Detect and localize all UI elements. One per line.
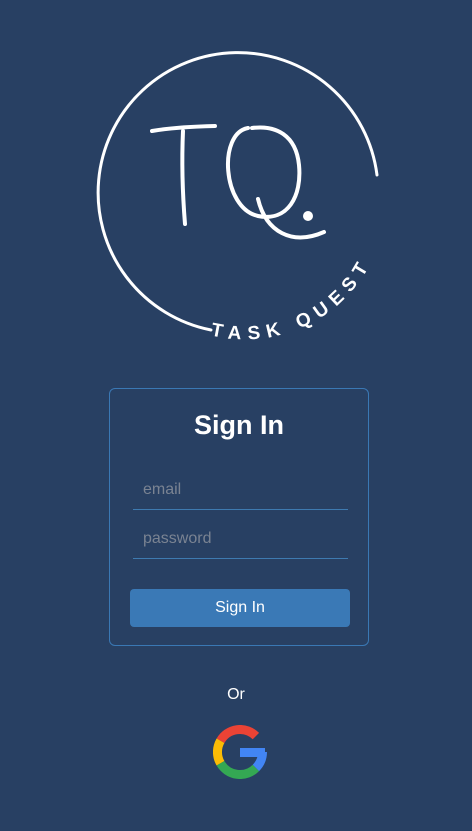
or-divider-label: Or	[227, 686, 245, 703]
signin-card: Sign In Sign In	[109, 388, 369, 646]
signin-button[interactable]: Sign In	[130, 589, 350, 627]
password-field[interactable]	[133, 519, 348, 559]
signin-title: Sign In	[194, 410, 284, 440]
logo-graphic: TASK QUEST	[96, 51, 379, 345]
google-signin-button[interactable]	[212, 725, 267, 779]
task-quest-logo: TASK QUEST	[0, 0, 472, 360]
logo-brand-text: TASK QUEST	[210, 254, 377, 345]
email-field[interactable]	[133, 470, 348, 510]
google-icon	[212, 725, 267, 779]
